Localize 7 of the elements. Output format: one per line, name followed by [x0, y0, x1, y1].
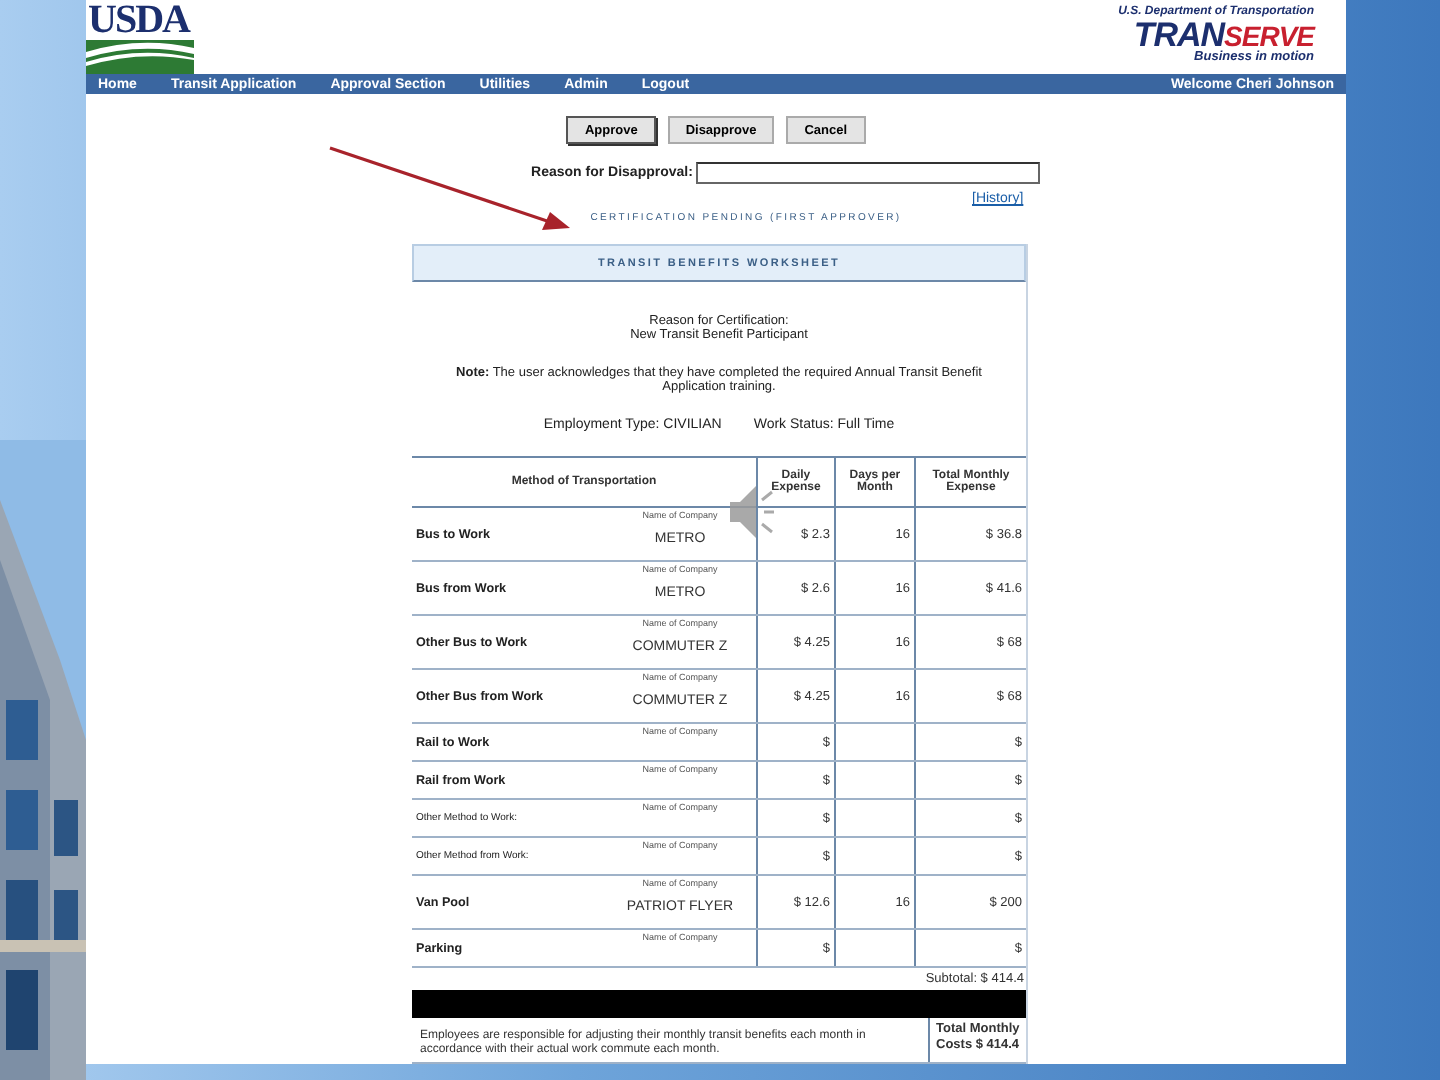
table-cell: [834, 761, 915, 799]
table-cell: [834, 837, 915, 875]
table-cell: [834, 799, 915, 837]
table-cell: [834, 723, 915, 761]
table-cell: [834, 929, 915, 967]
usda-logo: USDA: [86, 0, 194, 74]
disapproval-reason-field[interactable]: [696, 162, 1041, 184]
